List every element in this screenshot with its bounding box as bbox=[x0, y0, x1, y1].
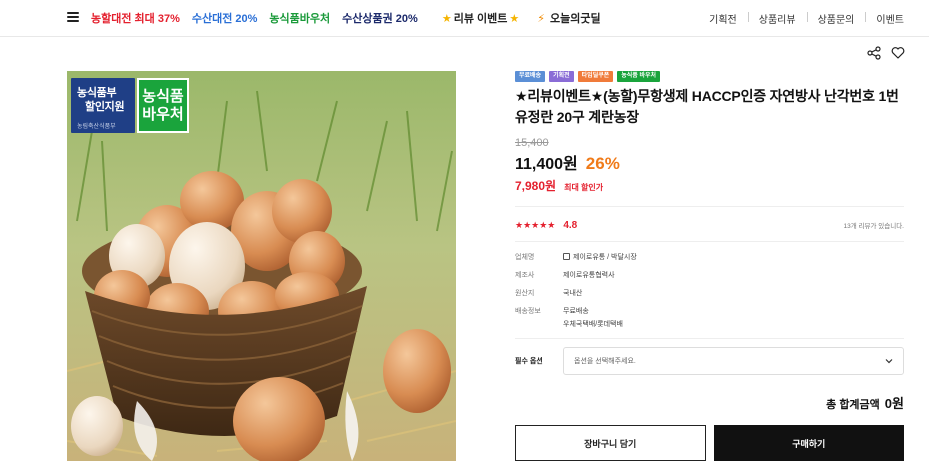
meta-row-maker: 제조사 제이로유통협력사 bbox=[515, 271, 904, 281]
lightning-icon: ⚡ bbox=[537, 12, 545, 25]
original-price: 15,400 bbox=[515, 137, 549, 149]
discount-support-badge: 농식품부 할인지원 농림축산식품부 bbox=[71, 78, 135, 133]
promo-link-farm-sale[interactable]: 농할대전 최대 37% bbox=[91, 10, 180, 26]
add-to-cart-button[interactable]: 장바구니 담기 bbox=[515, 425, 706, 461]
nav-link-exhibition[interactable]: 기획전 bbox=[698, 11, 748, 26]
tag-free-shipping: 무료배송 bbox=[515, 71, 546, 82]
meta-value: 무료배송 우체국택배/롯데택배 bbox=[563, 307, 904, 330]
shipping-fee: 무료배송 bbox=[563, 308, 589, 315]
sale-price: 11,400원 bbox=[515, 156, 578, 173]
star-icon: ★ bbox=[441, 12, 452, 25]
food-voucher-badge: 농식품 바우처 bbox=[137, 78, 189, 133]
max-discount-price: 7,980원 bbox=[515, 179, 557, 193]
chevron-down-icon bbox=[885, 359, 893, 364]
meta-value: 국내산 bbox=[563, 290, 583, 297]
nav-link-reviews[interactable]: 상품리뷰 bbox=[747, 11, 807, 26]
meta-row-shipping: 배송정보 무료배송 우체국택배/롯데택배 bbox=[515, 307, 904, 330]
meta-value: 제이로유통협력사 bbox=[563, 272, 615, 279]
meta-key: 원산지 bbox=[515, 290, 535, 297]
meta-row-origin: 원산지 국내산 bbox=[515, 289, 904, 299]
tag-exhibition: 기획전 bbox=[549, 71, 574, 82]
review-event-link[interactable]: ★ 리뷰 이벤트 ★ bbox=[442, 10, 519, 26]
meta-key: 제조사 bbox=[515, 272, 535, 279]
option-label: 필수 옵션 bbox=[515, 358, 543, 365]
option-row: 필수 옵션 옵션을 선택해주세요. bbox=[515, 347, 904, 375]
option-select[interactable]: 옵션을 선택해주세요. bbox=[563, 347, 904, 375]
rating-row: ★★★★★ 4.8 13개 리뷰가 있습니다. bbox=[515, 218, 904, 232]
discount-rate: 26% bbox=[585, 154, 620, 173]
divider bbox=[515, 206, 904, 207]
action-buttons: 장바구니 담기 구매하기 bbox=[515, 425, 904, 461]
product-info-panel: 무료배송 기획전 타임딜쿠폰 농식품 바우처 ★리뷰이벤트★(농할)무항생제 H… bbox=[515, 71, 904, 461]
rating-value: 4.8 bbox=[563, 219, 578, 231]
shipping-carrier: 우체국택배/롯데택배 bbox=[563, 321, 623, 328]
product-title: ★리뷰이벤트★(농할)무항생제 HACCP인증 자연방사 난각번호 1번 유정란… bbox=[515, 88, 899, 125]
tag-food-voucher: 농식품 바우처 bbox=[617, 71, 661, 82]
seller-name: 제이로유통 / 박달시장 bbox=[573, 254, 637, 261]
today-deal-label: 오늘의굿딜 bbox=[549, 13, 601, 25]
divider bbox=[515, 338, 904, 339]
total-value: 0원 bbox=[884, 396, 904, 411]
meta-row-seller: 업체명 제이로유통 / 박달시장 bbox=[515, 253, 904, 263]
price-row: 11,400원 26% bbox=[515, 150, 904, 174]
nav-link-events[interactable]: 이벤트 bbox=[865, 11, 904, 26]
max-discount-row: 7,980원 최대 할인가 bbox=[515, 177, 904, 194]
voucher-line-2: 바우처 bbox=[142, 106, 184, 123]
heart-icon[interactable] bbox=[891, 46, 905, 60]
promo-link-seafood-coupon[interactable]: 수산상품권 20% bbox=[342, 10, 418, 26]
review-count[interactable]: 13개 리뷰가 있습니다. bbox=[844, 220, 905, 230]
max-discount-label: 최대 할인가 bbox=[564, 183, 604, 192]
meta-value[interactable]: 제이로유통 / 박달시장 bbox=[563, 253, 904, 263]
store-icon bbox=[563, 253, 570, 260]
buy-now-button[interactable]: 구매하기 bbox=[713, 425, 904, 461]
right-links: 기획전 상품리뷰 상품문의 이벤트 bbox=[698, 11, 904, 26]
voucher-line-1: 농식품 bbox=[142, 88, 184, 105]
share-icon[interactable] bbox=[867, 46, 881, 60]
promo-link-food-voucher[interactable]: 농식품바우처 bbox=[269, 10, 330, 26]
product-tags: 무료배송 기획전 타임딜쿠폰 농식품 바우처 bbox=[515, 71, 904, 82]
divider bbox=[515, 241, 904, 242]
menu-icon[interactable] bbox=[67, 12, 79, 22]
option-placeholder: 옵션을 선택해주세요. bbox=[574, 358, 636, 365]
today-deal-link[interactable]: ⚡ 오늘의굿딜 bbox=[537, 10, 600, 26]
badge-line-2: 할인지원 bbox=[85, 101, 125, 113]
top-navigation: 농할대전 최대 37% 수산대전 20% 농식품바우처 수산상품권 20% ★ … bbox=[0, 0, 929, 37]
review-event-label: 리뷰 이벤트 bbox=[453, 13, 508, 25]
total-row: 총 합계금액 0원 bbox=[515, 393, 904, 412]
nav-link-inquiry[interactable]: 상품문의 bbox=[806, 11, 866, 26]
rating-stars-icon: ★★★★★ bbox=[515, 219, 556, 230]
meta-key: 업체명 bbox=[515, 254, 535, 261]
promo-links: 농할대전 최대 37% 수산대전 20% 농식품바우처 수산상품권 20% ★ … bbox=[91, 10, 613, 26]
tag-timedeal-coupon: 타임딜쿠폰 bbox=[577, 71, 614, 82]
badge-line-3: 농림축산식품부 bbox=[77, 124, 116, 130]
star-icon: ★ bbox=[509, 12, 520, 25]
promo-link-seafood-sale[interactable]: 수산대전 20% bbox=[192, 10, 258, 26]
total-label: 총 합계금액 bbox=[826, 399, 880, 411]
product-meta: 업체명 제이로유통 / 박달시장 제조사 제이로유통협력사 원산지 국내산 배송… bbox=[515, 253, 904, 330]
meta-key: 배송정보 bbox=[515, 308, 541, 315]
